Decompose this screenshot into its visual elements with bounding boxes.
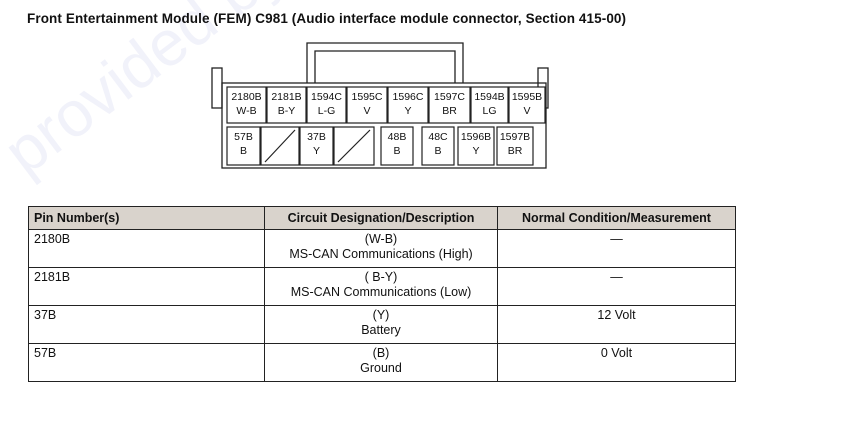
empty-cavity <box>333 126 375 166</box>
wire-color-label: Y <box>472 145 479 157</box>
connector-pin-bottom: 48C B <box>421 126 455 166</box>
top-row-cells: 2180B W-B 2181B B-Y 1594C L-G 1595C V 1596C Y 1597… <box>226 86 546 124</box>
cell-measurement: 12 Volt <box>497 305 736 344</box>
circuit-code: (Y) <box>372 308 390 322</box>
wire-color-label: B <box>240 145 247 157</box>
table-row: 2181B ( B-Y) MS-CAN Communications (Low) … <box>28 267 736 306</box>
left-latch <box>211 67 223 109</box>
wire-color-label: BR <box>442 105 457 117</box>
cell-circuit: (Y) Battery <box>264 305 498 344</box>
wire-color-label: B <box>434 145 441 157</box>
wire-color-label: V <box>523 105 530 117</box>
cell-measurement: — <box>497 267 736 306</box>
connector-pin-top: 2181B B-Y <box>266 86 307 124</box>
header-measurement: Normal Condition/Measurement <box>497 206 736 230</box>
connector-pin-top: 2180B W-B <box>226 86 267 124</box>
connector-pin-bottom: 1596B Y <box>457 126 495 166</box>
pin-number-label: 37B <box>307 131 326 143</box>
pin-number-label: 1597C <box>434 91 465 103</box>
connector-pin-bottom: 1597B BR <box>496 126 534 166</box>
wire-color-label: V <box>363 105 370 117</box>
connector-pin-top: 1597C BR <box>428 86 471 124</box>
connector-pin-top: 1594B LG <box>470 86 509 124</box>
pin-number-label: 48C <box>428 131 448 143</box>
pin-number-label: 1596B <box>461 131 491 143</box>
connector-pin-bottom: 57B B <box>226 126 261 166</box>
page-title: Front Entertainment Module (FEM) C981 (A… <box>27 11 627 26</box>
wire-color-label: Y <box>404 105 411 117</box>
table-row: 2180B (W-B) MS-CAN Communications (High) … <box>28 229 736 268</box>
wire-color-label: L-G <box>318 105 336 117</box>
circuit-code: (W-B) <box>364 232 398 246</box>
cell-measurement: — <box>497 229 736 268</box>
connector-pin-top: 1595C V <box>346 86 388 124</box>
pin-number-label: 1594B <box>474 91 504 103</box>
cell-pin: 57B <box>28 343 265 382</box>
cell-measurement: 0 Volt <box>497 343 736 382</box>
pin-table: Pin Number(s) Circuit Designation/Descri… <box>28 206 736 382</box>
connector-pin-bottom: 48B B <box>380 126 414 166</box>
wire-color-label: Y <box>313 145 320 157</box>
top-key <box>306 42 464 83</box>
header-circuit: Circuit Designation/Description <box>264 206 498 230</box>
connector-pin-top: 1594C L-G <box>306 86 347 124</box>
circuit-code: ( B-Y) <box>364 270 398 284</box>
table-row: 37B (Y) Battery 12 Volt <box>28 305 736 344</box>
table-header-row: Pin Number(s) Circuit Designation/Descri… <box>28 206 736 230</box>
pin-number-label: 1597B <box>500 131 530 143</box>
connector-svg: 2180B W-B 2181B B-Y 1594C L-G 1595C V 1596C Y 1597… <box>211 42 549 169</box>
pin-number-label: 48B <box>388 131 407 143</box>
circuit-description: Battery <box>361 323 401 337</box>
wire-color-label: LG <box>482 105 496 117</box>
wire-color-label: B-Y <box>278 105 296 117</box>
pin-number-label: 1594C <box>311 91 342 103</box>
table-row: 57B (B) Ground 0 Volt <box>28 343 736 382</box>
connector-pin-bottom: 37B Y <box>299 126 334 166</box>
empty-cavity <box>260 126 300 166</box>
cell-circuit: (B) Ground <box>264 343 498 382</box>
cell-pin: 2180B <box>28 229 265 268</box>
circuit-description: MS-CAN Communications (High) <box>289 247 473 261</box>
pin-number-label: 2180B <box>231 91 261 103</box>
cell-pin: 2181B <box>28 267 265 306</box>
connector-pin-top: 1595B V <box>508 86 546 124</box>
wire-color-label: W-B <box>236 105 256 117</box>
connector-diagram: 2180B W-B 2181B B-Y 1594C L-G 1595C V 1596C Y 1597… <box>205 40 565 185</box>
header-pin-number: Pin Number(s) <box>28 206 265 230</box>
circuit-description: MS-CAN Communications (Low) <box>290 285 472 299</box>
bottom-row-cells: 57B B 37B Y 48B B 48C B 1596B Y 1597B BR <box>226 126 534 166</box>
circuit-description: Ground <box>360 361 402 375</box>
wire-color-label: BR <box>508 145 523 157</box>
cell-circuit: ( B-Y) MS-CAN Communications (Low) <box>264 267 498 306</box>
pin-number-label: 57B <box>234 131 253 143</box>
circuit-code: (B) <box>372 346 390 360</box>
cell-circuit: (W-B) MS-CAN Communications (High) <box>264 229 498 268</box>
pin-number-label: 1595B <box>512 91 542 103</box>
connector-pin-top: 1596C Y <box>387 86 429 124</box>
cell-pin: 37B <box>28 305 265 344</box>
pin-number-label: 1596C <box>393 91 424 103</box>
pin-number-label: 1595C <box>352 91 383 103</box>
pin-number-label: 2181B <box>271 91 301 103</box>
wire-color-label: B <box>393 145 400 157</box>
